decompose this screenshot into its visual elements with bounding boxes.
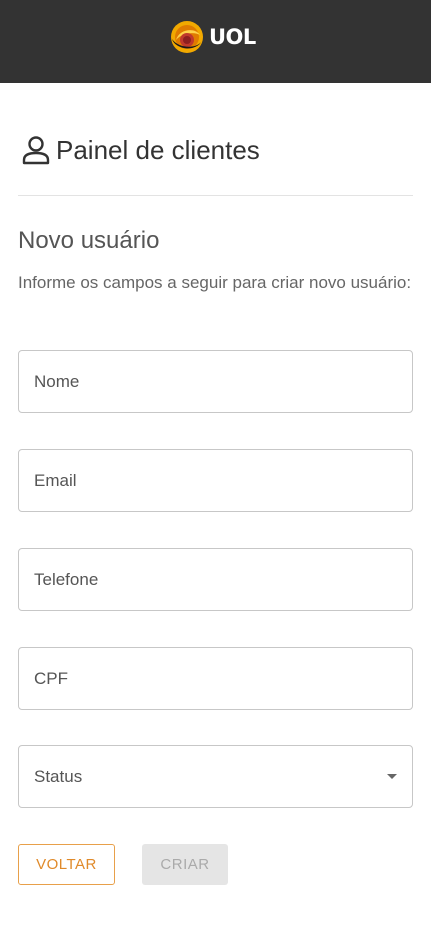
- status-select[interactable]: Status: [18, 745, 413, 808]
- uol-logo[interactable]: UOL: [169, 17, 263, 57]
- cpf-field[interactable]: [18, 647, 413, 710]
- divider: [18, 195, 413, 196]
- person-icon: [22, 136, 50, 165]
- uol-logo-icon: [171, 21, 203, 53]
- back-button[interactable]: VOLTAR: [18, 844, 115, 885]
- top-bar: UOL: [0, 0, 431, 83]
- phone-input[interactable]: [34, 549, 412, 610]
- email-field[interactable]: [18, 449, 413, 512]
- name-field[interactable]: [18, 350, 413, 413]
- email-input[interactable]: [34, 450, 412, 511]
- phone-field[interactable]: [18, 548, 413, 611]
- page-title: Painel de clientes: [56, 134, 260, 165]
- status-select-label: Status: [34, 766, 83, 786]
- section-title: Novo usuário: [18, 227, 160, 254]
- create-button[interactable]: CRIAR: [142, 844, 228, 885]
- section-description: Informe os campos a seguir para criar no…: [18, 273, 412, 292]
- logo-text: UOL: [209, 25, 256, 49]
- cpf-input[interactable]: [34, 648, 412, 709]
- page-header: Painel de clientes: [20, 130, 260, 170]
- name-input[interactable]: [34, 351, 412, 412]
- caret-down-icon: [387, 774, 397, 779]
